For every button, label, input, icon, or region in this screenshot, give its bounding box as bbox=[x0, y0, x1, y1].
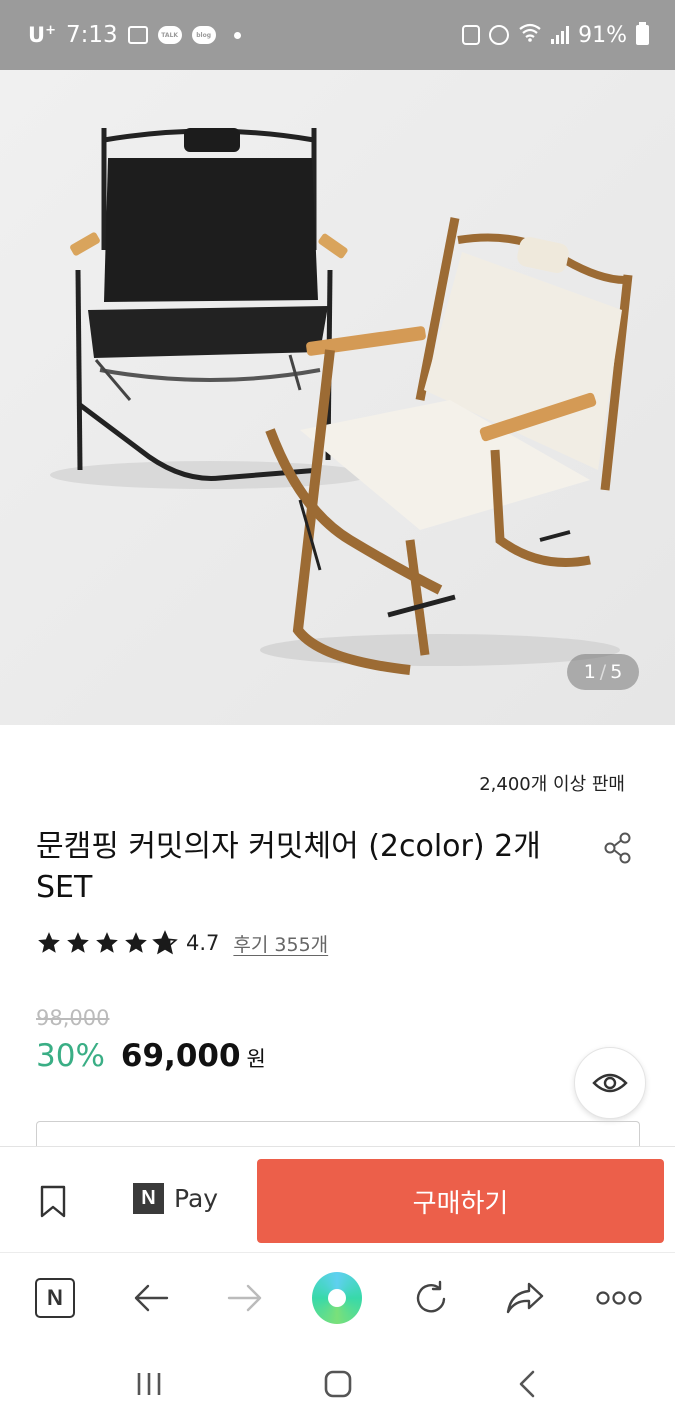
rating-stars bbox=[36, 930, 178, 956]
back-icon[interactable] bbox=[502, 1359, 552, 1409]
view-button[interactable] bbox=[574, 1047, 646, 1119]
arrow-left-icon[interactable] bbox=[126, 1273, 176, 1323]
reload-icon[interactable] bbox=[406, 1273, 456, 1323]
home-icon[interactable] bbox=[313, 1359, 363, 1409]
chairs-illustration bbox=[0, 70, 675, 725]
share-icon[interactable] bbox=[603, 832, 633, 864]
arrow-right-icon[interactable] bbox=[220, 1273, 270, 1323]
product-rating: 4.7 후기 355개 bbox=[36, 926, 328, 960]
star-icon bbox=[67, 932, 89, 953]
image-counter-total: 5 bbox=[610, 661, 623, 683]
product-title: 문캠핑 커밋의자 커밋체어 (2color) 2개 SET bbox=[36, 829, 541, 905]
star-icon bbox=[96, 932, 118, 953]
more-dots-icon[interactable] bbox=[594, 1273, 644, 1323]
signal-icon bbox=[551, 26, 570, 44]
review-link[interactable]: 후기 355개 bbox=[233, 930, 328, 957]
buy-button[interactable]: 구매하기 bbox=[257, 1159, 664, 1243]
sale-price: 69,000 bbox=[120, 1038, 241, 1074]
green-dot-button[interactable] bbox=[312, 1272, 362, 1324]
naver-home-icon: N bbox=[35, 1278, 75, 1318]
notification-dot-icon bbox=[233, 31, 241, 39]
star-icon bbox=[38, 932, 60, 953]
carrier-label: U+ bbox=[28, 23, 56, 47]
star-icon bbox=[125, 932, 147, 953]
star-half-icon bbox=[152, 930, 178, 955]
clock: 7:13 bbox=[65, 22, 118, 48]
image-counter-separator: / bbox=[599, 661, 607, 683]
npay-label: Pay bbox=[174, 1184, 219, 1213]
product-image[interactable]: 1 / 5 bbox=[0, 70, 675, 725]
price-row: 30% 69,000 원 bbox=[36, 1038, 266, 1074]
browser-toolbar: N bbox=[0, 1253, 675, 1343]
blog-icon: blog bbox=[191, 26, 216, 44]
recent-apps-icon[interactable] bbox=[124, 1359, 174, 1409]
status-bar-right: 91% bbox=[462, 20, 649, 50]
green-dot-icon bbox=[312, 1272, 362, 1324]
battery-saver-icon bbox=[462, 25, 481, 45]
image-counter-current: 1 bbox=[583, 661, 596, 683]
wifi-icon bbox=[518, 22, 542, 48]
bookmark-icon[interactable] bbox=[39, 1185, 67, 1219]
original-price: 98,000 bbox=[36, 1006, 110, 1030]
naver-home-button[interactable]: N bbox=[30, 1273, 80, 1323]
currency-label: 원 bbox=[246, 1047, 266, 1071]
battery-icon bbox=[636, 22, 649, 45]
eye-icon bbox=[592, 1073, 628, 1093]
image-counter: 1 / 5 bbox=[567, 654, 639, 690]
discount-rate: 30% bbox=[36, 1038, 105, 1074]
alarm-icon bbox=[489, 25, 510, 45]
sales-count: 2,400개 이상 판매 bbox=[479, 774, 625, 795]
kakaotalk-icon: TALK bbox=[157, 26, 182, 44]
npay-logo: N bbox=[133, 1183, 164, 1214]
status-bar-left: U+ 7:13 TALK blog bbox=[28, 20, 241, 50]
system-nav-bar bbox=[0, 1343, 675, 1425]
share-forward-icon[interactable] bbox=[500, 1273, 550, 1323]
status-bar: U+ 7:13 TALK blog 91% bbox=[0, 0, 675, 70]
rating-value: 4.7 bbox=[186, 931, 220, 955]
battery-percent: 91% bbox=[578, 22, 627, 48]
purchase-bar: N Pay 구매하기 bbox=[0, 1146, 675, 1253]
gallery-icon bbox=[127, 26, 148, 44]
npay-button[interactable]: N Pay bbox=[133, 1183, 218, 1214]
